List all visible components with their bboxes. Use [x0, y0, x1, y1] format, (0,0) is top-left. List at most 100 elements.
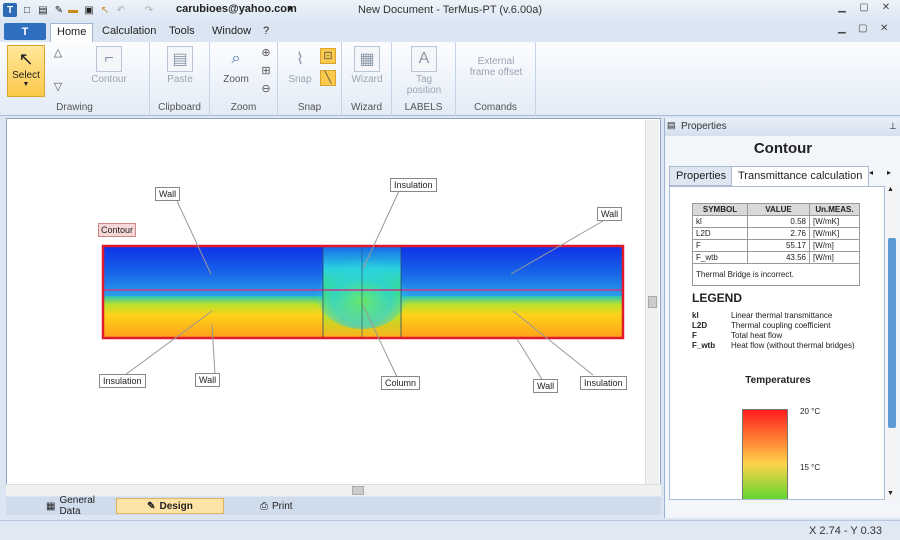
temp-label-20: 20 °C — [800, 407, 821, 416]
scroll-thumb[interactable] — [648, 296, 657, 308]
snap-grid-icon[interactable]: ⊡ — [320, 48, 336, 64]
group-label-drawing: Drawing — [56, 102, 93, 113]
properties-header: Properties — [665, 118, 900, 136]
label-wall-bottom-left[interactable]: Wall — [195, 373, 221, 387]
legend-description: Linear thermal transmittance — [731, 311, 833, 320]
temp-label-15: 15 °C — [800, 463, 821, 472]
ribbon-close-icon[interactable]: ✕ — [880, 23, 888, 34]
properties-title: Contour — [753, 140, 813, 157]
scroll-up-icon[interactable]: ▲ — [887, 186, 894, 193]
tab-general-data[interactable]: ▦ General Data — [26, 495, 116, 517]
legend-item: L2D Thermal coupling coefficient — [692, 321, 830, 330]
tab-design[interactable]: ✎ Design — [116, 498, 224, 514]
table-cell: [W/m] — [809, 251, 860, 264]
external-label: External — [477, 56, 515, 67]
frame-offset-label: frame offset — [469, 67, 523, 78]
maximize-icon[interactable]: ▢ — [856, 2, 872, 16]
tab-scroll-right-icon[interactable]: ▸ — [887, 168, 891, 177]
canvas-vertical-scrollbar[interactable] — [645, 120, 659, 484]
paste-button[interactable]: ▤ Paste — [158, 46, 202, 85]
wizard-label: Wizard — [351, 74, 383, 85]
group-clipboard: ▤ Paste Clipboard — [150, 42, 210, 116]
group-label-wizard: Wizard — [350, 102, 383, 113]
tab-tools[interactable]: Tools — [163, 23, 201, 42]
label-wall-top-left[interactable]: Wall — [155, 187, 181, 201]
legend-item: kl Linear thermal transmittance — [692, 311, 832, 320]
scroll-thumb[interactable] — [888, 238, 896, 428]
properties-panel: Properties ▤ ⊥ Contour Properties Transm… — [664, 118, 900, 518]
printer-icon: ⎙ — [260, 500, 268, 512]
table-row: F 55.17 [W/m] — [692, 239, 860, 252]
tab-calculation[interactable]: Calculation — [96, 23, 162, 42]
scroll-thumb[interactable] — [352, 486, 364, 495]
label-wall-top-right[interactable]: Wall — [597, 207, 623, 221]
zoom-out-icon[interactable]: ⊖ — [258, 82, 274, 98]
tag-position-label: position — [406, 85, 442, 96]
tab-print-label: Print — [272, 500, 293, 512]
zoom-window-icon[interactable]: ⊞ — [258, 64, 274, 80]
table-note: Thermal Bridge is incorrect. — [692, 263, 860, 286]
table-cell: F — [692, 239, 748, 252]
minimize-icon[interactable]: ▁ — [834, 2, 850, 16]
table-cell: 0.58 — [747, 215, 810, 228]
table-header: VALUE — [747, 203, 810, 216]
tab-scroll-left-icon[interactable]: ◂ — [869, 168, 873, 177]
design-icon: ✎ — [147, 500, 156, 512]
legend-symbol: kl — [692, 311, 699, 320]
label-insulation-top[interactable]: Insulation — [390, 178, 437, 192]
wizard-icon: ▦ — [354, 46, 380, 72]
file-menu-button[interactable]: T — [4, 23, 46, 40]
table-header: Un.MEAS. — [809, 203, 860, 216]
group-labels: A Tag position LABELS — [392, 42, 456, 116]
tab-transmittance-calculation[interactable]: Transmittance calculation — [731, 166, 870, 186]
tag-label: Tag — [415, 74, 433, 85]
contour-label: Contour — [91, 74, 127, 85]
tab-window[interactable]: Window — [206, 23, 257, 42]
group-label-comands: Comands — [474, 102, 517, 113]
legend-symbol: F — [692, 331, 697, 340]
triangle-down-icon[interactable]: ▽ — [50, 80, 66, 96]
tab-properties[interactable]: Properties — [669, 166, 734, 186]
triangle-up-icon[interactable]: △ — [50, 46, 66, 62]
zoom-in-icon[interactable]: ⊕ — [258, 46, 274, 62]
table-note-row: Thermal Bridge is incorrect. — [692, 263, 860, 286]
table-cell: 43.56 — [747, 251, 810, 264]
label-column[interactable]: Column — [381, 376, 421, 390]
contour-button[interactable]: ⌐ Contour — [86, 46, 132, 85]
label-insulation-bottom-left[interactable]: Insulation — [99, 374, 146, 388]
label-contour[interactable]: Contour — [98, 223, 137, 237]
tab-print[interactable]: ⎙ Print — [240, 498, 320, 514]
group-label-clipboard: Clipboard — [158, 102, 201, 113]
tab-help[interactable]: ? — [257, 23, 275, 42]
legend-item: F Total heat flow — [692, 331, 782, 340]
legend-description: Heat flow (without thermal bridges) — [731, 341, 855, 350]
ribbon-minimize-icon[interactable]: ▁ — [838, 23, 846, 34]
select-button[interactable]: ↖ Select ▼ — [7, 45, 45, 97]
zoom-button[interactable]: ⌕ Zoom — [216, 46, 256, 85]
results-table: SYMBOL VALUE Un.MEAS. kl 0.58 [W/mK] L2D… — [692, 203, 860, 286]
select-label: Select — [12, 70, 40, 81]
table-header-row: SYMBOL VALUE Un.MEAS. — [692, 203, 860, 216]
table-row: kl 0.58 [W/mK] — [692, 215, 860, 228]
external-frame-offset-button[interactable]: External frame offset — [464, 56, 528, 78]
cursor-coordinates: X 2.74 - Y 0.33 — [809, 525, 882, 537]
group-comands: External frame offset Comands — [456, 42, 536, 116]
snap-line-icon[interactable]: ╲ — [320, 70, 336, 86]
thermal-drawing[interactable] — [7, 119, 647, 485]
tag-position-button[interactable]: A Tag position — [398, 46, 450, 96]
properties-scrollbar[interactable]: ▲ ▼ — [887, 186, 897, 500]
temperature-scale — [742, 409, 788, 499]
ribbon-restore-icon[interactable]: ▢ — [858, 23, 867, 34]
scroll-down-icon[interactable]: ▼ — [887, 490, 894, 497]
pin-icon[interactable]: ⊥ — [889, 121, 897, 132]
tab-home[interactable]: Home — [50, 23, 94, 42]
wizard-button[interactable]: ▦ Wizard — [346, 46, 388, 85]
snap-button[interactable]: ⌇ Snap — [282, 46, 318, 85]
label-wall-bottom-right[interactable]: Wall — [533, 379, 559, 393]
close-icon[interactable]: ✕ — [878, 2, 894, 16]
zoom-label: Zoom — [223, 74, 249, 85]
table-row: L2D 2.76 [W/mK] — [692, 227, 860, 240]
drawing-canvas[interactable]: Contour Wall Insulation Wall Insulation … — [6, 118, 661, 496]
label-insulation-bottom-right[interactable]: Insulation — [580, 376, 627, 390]
cursor-icon: ↖ — [18, 49, 34, 69]
